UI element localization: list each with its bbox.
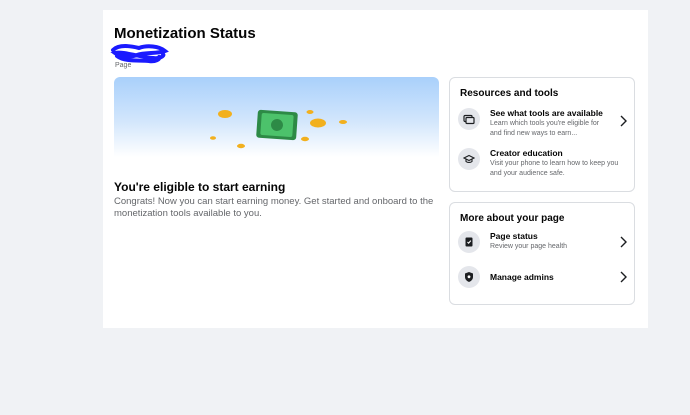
resources-panel: Resources and tools See what tools are a… (449, 77, 635, 192)
monetization-card: Monetization Status Page You're eligible… (103, 10, 648, 328)
coin (310, 118, 326, 128)
shield-icon (458, 266, 480, 288)
manage-admins-item[interactable]: Manage admins (458, 266, 628, 288)
coin (210, 136, 216, 140)
tools-available-title: See what tools are available (490, 108, 603, 118)
money-illustration (210, 109, 347, 149)
page-status-subtitle: Review your page health (490, 243, 568, 250)
graduation-cap-icon (458, 148, 480, 170)
eligible-title: You're eligible to start earning (114, 180, 286, 194)
cash-bill (256, 109, 298, 141)
tools-available-subtitle: Learn which tools you're eligible for an… (490, 120, 600, 137)
page-status-title: Page status (490, 231, 538, 241)
creator-education-subtitle: Visit your phone to learn how to keep yo… (490, 160, 619, 177)
coin (339, 120, 347, 124)
redacted-page-name (110, 44, 169, 64)
tools-available-item[interactable]: See what tools are available Learn which… (458, 108, 628, 138)
page-type-label: Page (115, 62, 132, 69)
resources-title: Resources and tools (460, 88, 559, 99)
hero-banner (114, 77, 439, 157)
tools-icon (458, 108, 480, 130)
creator-education-title: Creator education (490, 148, 563, 158)
chevron-right-icon (620, 236, 627, 248)
creator-education-item[interactable]: Creator education Visit your phone to le… (458, 148, 628, 178)
coin (218, 110, 232, 118)
about-page-panel: More about your page Page status Review … (449, 202, 635, 305)
chevron-right-icon (620, 271, 627, 283)
eligible-description: Congrats! Now you can start earning mone… (114, 196, 434, 219)
about-page-title: More about your page (460, 213, 565, 224)
page-status-item[interactable]: Page status Review your page health (458, 231, 628, 257)
coin (306, 110, 314, 114)
manage-admins-title: Manage admins (490, 272, 554, 282)
coin (301, 136, 309, 142)
page-title: Monetization Status (114, 25, 256, 42)
chevron-right-icon (620, 115, 627, 127)
coin (237, 143, 245, 149)
clipboard-icon (458, 231, 480, 253)
